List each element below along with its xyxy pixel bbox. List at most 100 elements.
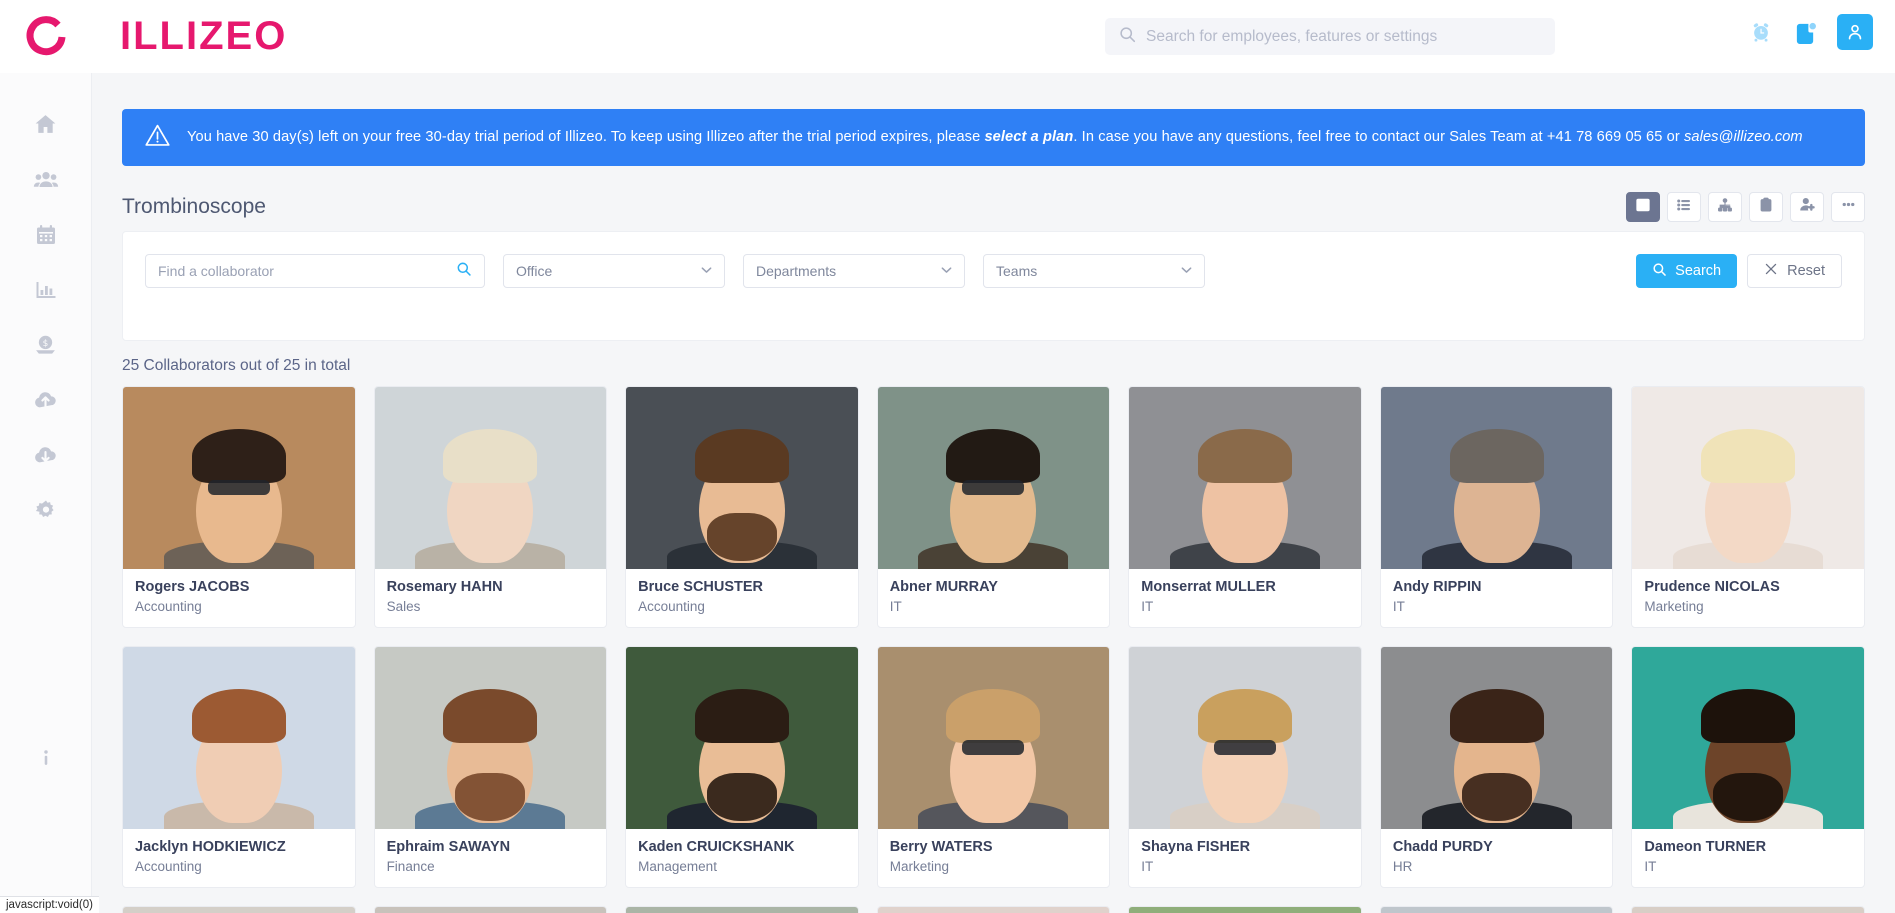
sidebar-item-calendar[interactable] bbox=[22, 213, 70, 261]
search-icon[interactable] bbox=[456, 261, 472, 282]
collaborator-card[interactable] bbox=[625, 906, 859, 913]
sidebar-item-payroll[interactable]: $ bbox=[22, 323, 70, 371]
collaborator-card[interactable]: Kaden CRUICKSHANK Management bbox=[625, 646, 859, 888]
collaborator-photo bbox=[123, 387, 355, 569]
collaborator-card[interactable]: Rogers JACOBS Accounting bbox=[122, 386, 356, 628]
collaborator-info: Prudence NICOLAS Marketing bbox=[1632, 569, 1864, 627]
search-icon bbox=[1119, 26, 1136, 48]
collaborator-info: Berry WATERS Marketing bbox=[878, 829, 1110, 887]
collaborator-count: 25 Collaborators out of 25 in total bbox=[122, 357, 351, 374]
collaborator-card[interactable] bbox=[122, 906, 356, 913]
collaborator-department: IT bbox=[889, 599, 902, 614]
office-select-value: Office bbox=[516, 263, 553, 279]
collaborator-name: Rogers JACOBS bbox=[135, 579, 250, 595]
sales-email-link[interactable]: sales@illizeo.com bbox=[1684, 129, 1803, 145]
filter-action-buttons: Search Reset bbox=[1636, 254, 1842, 288]
collaborator-card[interactable]: Jacklyn HODKIEWICZ Accounting bbox=[122, 646, 356, 888]
user-avatar-button[interactable] bbox=[1837, 14, 1873, 50]
collaborator-card[interactable]: Abner MURRAY IT bbox=[876, 386, 1111, 628]
collaborator-photo bbox=[1129, 907, 1361, 913]
collaborator-card[interactable]: Berry WATERS Marketing bbox=[876, 646, 1111, 888]
collaborator-card[interactable]: Prudence NICOLAS Marketing bbox=[1631, 386, 1865, 628]
left-sidebar: $ bbox=[0, 73, 92, 913]
sidebar-item-collaborators[interactable] bbox=[22, 158, 70, 206]
notification-flag-icon[interactable] bbox=[1793, 20, 1817, 44]
sidebar-item-home[interactable] bbox=[22, 103, 70, 151]
user-plus-icon bbox=[1799, 196, 1816, 218]
collaborator-department: Management bbox=[638, 859, 717, 874]
collaborator-photo bbox=[374, 647, 607, 829]
list-view-button[interactable] bbox=[1667, 192, 1701, 222]
clipboard-view-button[interactable] bbox=[1749, 192, 1783, 222]
collaborator-card[interactable] bbox=[1379, 906, 1614, 913]
search-icon bbox=[1652, 262, 1667, 281]
alarm-clock-icon[interactable] bbox=[1749, 20, 1773, 44]
select-a-plan-link[interactable]: select a plan bbox=[984, 129, 1073, 145]
collaborator-card[interactable] bbox=[1631, 906, 1865, 913]
collaborator-name: Kaden CRUICKSHANK bbox=[638, 839, 795, 855]
collaborator-card[interactable]: Bruce SCHUSTER Accounting bbox=[625, 386, 859, 628]
teams-select[interactable]: Teams bbox=[983, 254, 1205, 288]
sidebar-item-import[interactable] bbox=[22, 378, 70, 426]
sidebar-item-export[interactable] bbox=[22, 433, 70, 481]
collaborator-name: Monserrat MULLER bbox=[1141, 579, 1276, 595]
collaborator-info: Kaden CRUICKSHANK Management bbox=[626, 829, 858, 887]
global-search-placeholder: Search for employees, features or settin… bbox=[1146, 27, 1438, 45]
teams-select-value: Teams bbox=[996, 263, 1038, 279]
collaborator-photo bbox=[626, 647, 858, 829]
sidebar-item-reports[interactable] bbox=[22, 268, 70, 316]
status-bar: javascript:void(0) bbox=[0, 896, 99, 913]
find-collaborator-input[interactable]: Find a collaborator bbox=[145, 254, 485, 288]
collaborator-card[interactable]: Chadd PURDY HR bbox=[1379, 646, 1614, 888]
office-select[interactable]: Office bbox=[503, 254, 725, 288]
filter-controls: Find a collaborator Office Departments T… bbox=[145, 254, 1205, 288]
logo-zone[interactable] bbox=[0, 15, 92, 59]
collaborator-photo bbox=[374, 387, 607, 569]
collaborator-card[interactable] bbox=[1128, 906, 1362, 913]
ellipsis-icon bbox=[1840, 196, 1857, 218]
banner-text-part2: . In case you have any questions, feel f… bbox=[1073, 129, 1684, 146]
collaborator-info: Rogers JACOBS Accounting bbox=[123, 569, 355, 627]
collaborator-info: Bruce SCHUSTER Accounting bbox=[626, 569, 858, 627]
collaborator-card[interactable]: Ephraim SAWAYN Finance bbox=[373, 646, 608, 888]
clipboard-check-icon bbox=[1758, 197, 1774, 218]
more-options-button[interactable] bbox=[1831, 192, 1865, 222]
photo-grid-view-button[interactable] bbox=[1626, 192, 1660, 222]
chevron-down-icon bbox=[701, 265, 712, 277]
collaborator-photo bbox=[877, 647, 1110, 829]
departments-select[interactable]: Departments bbox=[743, 254, 965, 288]
collaborator-department: IT bbox=[1392, 599, 1405, 614]
add-collaborator-button[interactable] bbox=[1790, 192, 1824, 222]
collaborator-department: IT bbox=[1141, 859, 1154, 874]
reset-button[interactable]: Reset bbox=[1747, 254, 1842, 288]
search-button[interactable]: Search bbox=[1636, 254, 1738, 288]
collaborator-card[interactable]: Rosemary HAHN Sales bbox=[373, 386, 608, 628]
collaborator-card[interactable]: Andy RIPPIN IT bbox=[1379, 386, 1614, 628]
collaborator-photo bbox=[374, 907, 607, 913]
org-chart-view-button[interactable] bbox=[1708, 192, 1742, 222]
departments-select-value: Departments bbox=[756, 263, 837, 279]
collaborator-name: Abner MURRAY bbox=[889, 579, 998, 595]
collaborator-card[interactable]: Dameon TURNER IT bbox=[1631, 646, 1865, 888]
info-icon bbox=[35, 747, 57, 774]
collaborator-card[interactable]: Monserrat MULLER IT bbox=[1128, 386, 1362, 628]
brand-name: ILLIZEO bbox=[120, 14, 288, 58]
collaborator-card[interactable] bbox=[876, 906, 1111, 913]
sidebar-item-info[interactable] bbox=[22, 736, 70, 784]
collaborator-photo bbox=[877, 387, 1110, 569]
view-toolbar bbox=[1626, 192, 1865, 222]
reset-button-label: Reset bbox=[1787, 263, 1825, 279]
sidebar-item-settings[interactable] bbox=[22, 488, 70, 536]
collaborator-card[interactable] bbox=[373, 906, 608, 913]
chart-bar-icon bbox=[34, 278, 58, 307]
collaborator-name: Shayna FISHER bbox=[1141, 839, 1251, 855]
chevron-down-icon bbox=[1181, 265, 1192, 277]
home-icon bbox=[33, 112, 58, 142]
collaborator-info: Monserrat MULLER IT bbox=[1129, 569, 1361, 627]
cloud-download-icon bbox=[33, 442, 58, 472]
global-search-box[interactable]: Search for employees, features or settin… bbox=[1105, 18, 1555, 55]
close-x-icon bbox=[1764, 262, 1778, 280]
trial-banner: You have 30 day(s) left on your free 30-… bbox=[122, 109, 1865, 166]
collaborator-card[interactable]: Shayna FISHER IT bbox=[1128, 646, 1362, 888]
collaborator-grid: Rogers JACOBS Accounting Rosemary HAHN Sale… bbox=[122, 386, 1865, 913]
